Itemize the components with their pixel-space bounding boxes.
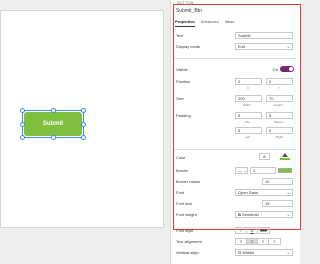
x-caption: X bbox=[247, 86, 250, 90]
submit-button[interactable]: Submit bbox=[24, 112, 82, 136]
font-size-input[interactable]: 15 bbox=[262, 200, 293, 207]
border-width-input[interactable]: 2 bbox=[250, 167, 276, 174]
text-label: Text bbox=[176, 33, 184, 38]
font-weight-row: Font weight B Semibold ⌄ bbox=[176, 211, 294, 220]
border-color-swatch[interactable] bbox=[278, 168, 292, 173]
italic-button[interactable]: / bbox=[236, 228, 247, 233]
line-style-icon: — bbox=[238, 168, 242, 173]
vertical-align-label: Vertical align bbox=[176, 250, 199, 255]
resize-handle-l[interactable] bbox=[20, 122, 25, 127]
vertical-align-value: Middle bbox=[242, 250, 255, 255]
chevron-down-icon: ⌄ bbox=[286, 190, 290, 195]
visible-toggle[interactable] bbox=[280, 66, 294, 72]
selection-frame[interactable]: Submit bbox=[20, 108, 86, 140]
width-caption: Width bbox=[243, 103, 251, 107]
text-input[interactable]: Submit bbox=[235, 32, 293, 39]
resize-handle-br[interactable] bbox=[81, 135, 86, 140]
padding-right-input[interactable]: 5 bbox=[266, 127, 293, 134]
underline-button[interactable]: U bbox=[247, 228, 258, 233]
resize-handle-tr[interactable] bbox=[81, 108, 86, 113]
resize-handle-b[interactable] bbox=[51, 135, 56, 140]
border-radius-row: Border radius 10 bbox=[176, 178, 294, 187]
divider bbox=[174, 58, 296, 59]
display-mode-select[interactable]: Edit ⌄ bbox=[235, 43, 293, 50]
bottom-caption: Bottom bbox=[274, 120, 284, 124]
position-label: Position bbox=[176, 79, 191, 84]
font-weight-select[interactable]: B Semibold ⌄ bbox=[235, 211, 293, 218]
visible-label: Visible bbox=[176, 67, 188, 72]
font-row: Font Open Sans ⌄ bbox=[176, 189, 294, 198]
text-alignment-row: Text alignment ≡ ≡ ≡ ≡ bbox=[176, 238, 294, 247]
divider bbox=[174, 149, 296, 150]
size-row: Size 200 70 Width Height bbox=[176, 95, 294, 110]
text-row: Text Submit bbox=[176, 32, 294, 41]
resize-handle-r[interactable] bbox=[81, 122, 86, 127]
font-style-toggle: / U abc bbox=[235, 227, 270, 234]
chevron-down-icon: ⌄ bbox=[286, 250, 290, 255]
border-row: Border — ⌄ 2 bbox=[176, 167, 294, 176]
chevron-down-icon: ⌄ bbox=[243, 168, 247, 173]
text-color-button[interactable]: A bbox=[259, 153, 270, 160]
font-weight-value: Semibold bbox=[242, 212, 259, 217]
resize-handle-tl[interactable] bbox=[20, 108, 25, 113]
properties-panel: BUTTON Submit_Btn Properties Advanced Id… bbox=[170, 0, 301, 264]
padding-bottom-input[interactable]: 5 bbox=[266, 112, 293, 119]
position-x-input[interactable]: 0 bbox=[235, 78, 262, 85]
display-mode-label: Display mode bbox=[176, 44, 201, 49]
resize-handle-t[interactable] bbox=[51, 108, 56, 113]
screen-artboard[interactable]: Submit bbox=[0, 10, 164, 228]
font-size-row: Font size 15 bbox=[176, 200, 294, 209]
size-width-input[interactable]: 200 bbox=[235, 95, 262, 102]
align-left-icon[interactable]: ≡ bbox=[236, 239, 247, 244]
font-size-label: Font size bbox=[176, 201, 193, 206]
size-height-input[interactable]: 70 bbox=[266, 95, 293, 102]
font-select[interactable]: Open Sans ⌄ bbox=[235, 189, 293, 196]
border-label: Border bbox=[176, 168, 189, 173]
font-weight-label: Font weight bbox=[176, 212, 197, 217]
vertical-align-select[interactable]: ⊟ Middle ⌄ bbox=[235, 249, 293, 256]
top-caption: Top bbox=[245, 120, 250, 124]
height-caption: Height bbox=[274, 103, 283, 107]
display-mode-row: Display mode Edit ⌄ bbox=[176, 43, 294, 52]
resize-handle-bl[interactable] bbox=[20, 135, 25, 140]
text-alignment-label: Text alignment bbox=[176, 239, 202, 244]
fill-color-icon[interactable] bbox=[280, 153, 290, 161]
text-alignment-toggle: ≡ ≡ ≡ ≡ bbox=[235, 238, 281, 245]
font-value: Open Sans bbox=[238, 190, 259, 195]
padding-row: Padding 5 5 Top Bottom 5 5 Left Right bbox=[176, 112, 294, 145]
canvas-area: Submit bbox=[0, 0, 170, 264]
border-style-select[interactable]: — ⌄ bbox=[235, 167, 248, 174]
align-justify-icon[interactable]: ≡ bbox=[269, 239, 280, 244]
align-center-icon[interactable]: ≡ bbox=[247, 239, 258, 244]
position-y-input[interactable]: 0 bbox=[266, 78, 293, 85]
border-radius-input[interactable]: 10 bbox=[262, 178, 293, 185]
right-caption: Right bbox=[276, 135, 284, 139]
app-root: Submit BUTTON Submit_Btn Properties Adva… bbox=[0, 0, 301, 264]
chevron-down-icon: ⌄ bbox=[286, 212, 290, 217]
font-label: Font bbox=[176, 190, 185, 195]
padding-top-input[interactable]: 5 bbox=[235, 112, 262, 119]
position-row: Position 0 0 X Y bbox=[176, 78, 294, 93]
visible-state: On bbox=[272, 67, 278, 72]
color-row: Color A bbox=[176, 153, 294, 164]
toggle-knob bbox=[289, 67, 293, 71]
visible-row: Visible On bbox=[176, 66, 294, 75]
display-mode-value: Edit bbox=[238, 44, 245, 49]
chevron-down-icon: ⌄ bbox=[286, 44, 290, 49]
y-caption: Y bbox=[278, 86, 281, 90]
padding-label: Padding bbox=[176, 113, 191, 118]
align-right-icon[interactable]: ≡ bbox=[258, 239, 269, 244]
font-style-label: Font style bbox=[176, 228, 194, 233]
strikethrough-button[interactable]: abc bbox=[258, 228, 269, 233]
padding-left-input[interactable]: 5 bbox=[235, 127, 262, 134]
size-label: Size bbox=[176, 96, 184, 101]
border-radius-label: Border radius bbox=[176, 179, 201, 184]
vertical-align-row: Vertical align ⊟ Middle ⌄ bbox=[176, 249, 294, 258]
bold-icon: B bbox=[238, 212, 241, 217]
font-style-row: Font style / U abc bbox=[176, 227, 294, 236]
color-label: Color bbox=[176, 155, 186, 160]
vertical-align-icon: ⊟ bbox=[238, 250, 242, 255]
left-caption: Left bbox=[245, 135, 251, 139]
